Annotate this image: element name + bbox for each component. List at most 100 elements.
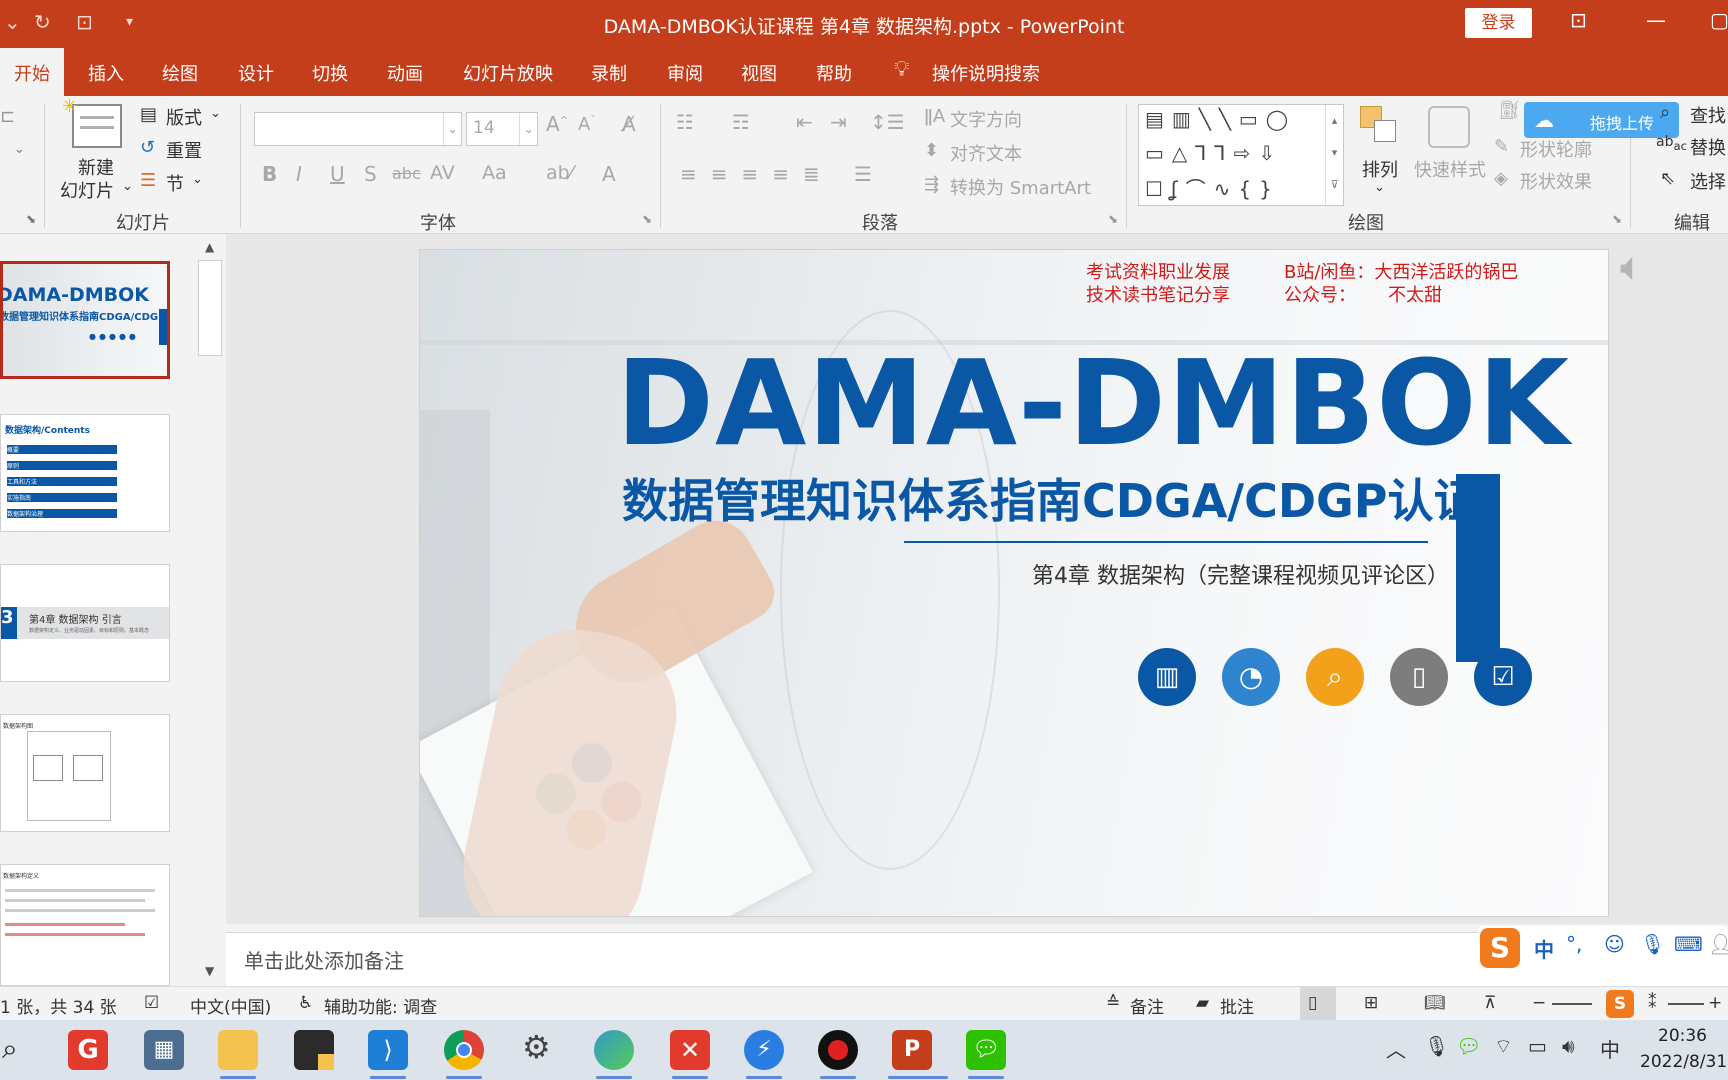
underline-button[interactable]: U (330, 162, 345, 186)
vscode-icon[interactable]: ⟩ (368, 1030, 408, 1070)
tab-transitions[interactable]: 切换 (312, 60, 348, 86)
upload-badge[interactable]: ☁ 拖拽上传 (1524, 102, 1679, 138)
shape-outline-icon[interactable]: ✎ (1494, 136, 1509, 157)
shape-row-1[interactable]: ▤▥╲╲▭◯ (1145, 107, 1296, 131)
chevron-down-icon[interactable]: ⌄ (192, 172, 203, 187)
shape-row-2[interactable]: ▭△⅂⅂⇨⇩ (1145, 141, 1283, 165)
comments-icon[interactable]: ▰ (1196, 993, 1209, 1013)
search-icon[interactable]: ⌕ (2, 1032, 18, 1066)
user-icon[interactable]: 👤︎ (1708, 932, 1728, 956)
decrease-indent-icon[interactable]: ⇤ (796, 110, 813, 134)
strikethrough-button[interactable]: abc (392, 164, 421, 183)
thumbnail-slide-5[interactable]: 数据架构定义 (0, 864, 170, 986)
new-slide-icon[interactable]: ✳ (62, 96, 122, 148)
shape-effects-icon[interactable]: ◈ (1494, 168, 1508, 189)
tray-wechat-icon[interactable]: 💬︎ (1456, 1034, 1481, 1058)
align-text-icon[interactable]: ⬍ (924, 140, 939, 161)
tab-insert[interactable]: 插入 (88, 60, 124, 86)
shape-fill-icon[interactable]: ⛽︎ (1498, 100, 1521, 121)
tray-mic-icon[interactable]: 🎙︎ (1424, 1034, 1449, 1058)
layout-button[interactable]: 版式 (166, 104, 202, 130)
zoom-out-icon[interactable]: − (1532, 993, 1546, 1013)
language-status[interactable]: 中文(中国) (190, 993, 271, 1018)
notes-icon[interactable]: ≙ (1106, 993, 1120, 1013)
shadow-button[interactable]: S (364, 162, 377, 186)
change-case-button[interactable]: Aa (482, 162, 507, 184)
settings-gear-icon[interactable]: ⚙ (522, 1028, 551, 1066)
smartart-icon[interactable]: ⇶ (924, 174, 939, 195)
section-button[interactable]: 节 (166, 170, 184, 196)
arrange-icon[interactable] (1360, 106, 1400, 148)
arrange-button[interactable]: 排列 (1362, 156, 1398, 182)
wifi-icon[interactable]: ⌔ (1494, 1034, 1513, 1059)
shape-outline-button[interactable]: 形状轮廓 (1520, 136, 1592, 162)
reset-icon[interactable]: ↺ (140, 137, 155, 158)
accessibility-icon[interactable]: ♿︎ (298, 993, 313, 1013)
text-direction-button[interactable]: 文字方向 (950, 106, 1022, 132)
tray-ime-lang[interactable]: 中 (1600, 1034, 1620, 1063)
dialog-launcher-icon[interactable]: ⬊ (1612, 212, 1622, 226)
font-size-select[interactable]: 14 ⌄ (466, 112, 538, 146)
convert-smartart-button[interactable]: 转换为 SmartArt (950, 174, 1091, 200)
new-slide-label-2[interactable]: 幻灯片 (60, 177, 114, 203)
slide-canvas[interactable]: 考试资料职业发展 技术读书笔记分享 B站/闲鱼：大西洋活跃的锅巴 公众号： 不太… (419, 249, 1609, 917)
ribbon-display-icon[interactable]: ⊡ (1570, 8, 1587, 32)
scroll-up-icon[interactable]: ▲ (205, 240, 214, 254)
ime-toolbar[interactable]: S 中 °, ☺ 🎙︎ ⌨ 👤︎ (1478, 926, 1728, 972)
clock-time[interactable]: 20:36 (1658, 1026, 1707, 1046)
normal-view-button[interactable] (1300, 987, 1336, 1020)
select-button[interactable]: 选择 (1690, 168, 1726, 194)
chrome-icon[interactable] (444, 1030, 484, 1070)
shape-effects-button[interactable]: 形状效果 (1520, 168, 1592, 194)
zoom-slider[interactable] (1552, 1003, 1592, 1005)
speaker-icon[interactable]: 🔈︎ (1620, 244, 1644, 290)
minimize-icon[interactable]: — (1646, 8, 1666, 32)
line-spacing-icon[interactable]: ↕☰ (870, 110, 905, 134)
dialog-launcher-icon[interactable]: ⬊ (26, 212, 36, 226)
thumbnail-slide-1[interactable]: DAMA-DMBOK 数据管理知识体系指南CDGA/CDGP认证 ●●●●● (0, 261, 170, 379)
battery-icon[interactable]: ▭ (1528, 1034, 1547, 1058)
edge-icon[interactable] (594, 1030, 634, 1070)
file-explorer-icon[interactable] (218, 1030, 258, 1070)
tab-review[interactable]: 审阅 (667, 60, 703, 86)
quick-styles-icon[interactable] (1428, 106, 1470, 148)
wechat-icon[interactable]: 💬︎ (966, 1030, 1006, 1070)
text-direction-icon[interactable]: ǁA (924, 106, 945, 127)
find-icon[interactable]: ⌕ (1660, 102, 1670, 123)
font-family-select[interactable]: ⌄ (254, 112, 462, 146)
font-color-icon[interactable]: A (602, 162, 616, 186)
xmind-icon[interactable]: ✕ (670, 1030, 710, 1070)
notes-placeholder[interactable]: 单击此处添加备注 (244, 945, 404, 974)
shape-row-3[interactable]: ☐ʆ⌒∿{} (1145, 173, 1280, 202)
accessibility-status[interactable]: 辅助功能: 调查 (324, 993, 437, 1018)
chevron-down-icon[interactable]: ⌄ (1374, 180, 1385, 195)
bullets-icon[interactable]: ☷ (676, 110, 694, 134)
columns-icon[interactable]: ☰ (854, 162, 872, 186)
thumbnail-scrollbar[interactable]: ▲ ▼ (198, 234, 226, 986)
select-icon[interactable]: ⇖ (1660, 168, 1675, 189)
dropdown-icon[interactable]: ⌄ (14, 142, 25, 157)
dialog-launcher-icon[interactable]: ⬊ (642, 212, 652, 226)
spellcheck-icon[interactable]: ☑ (144, 993, 159, 1013)
keyboard-icon[interactable]: ⌨ (1674, 932, 1703, 956)
italic-button[interactable]: I (296, 162, 302, 186)
reading-view-icon[interactable]: 📖︎ (1424, 993, 1446, 1013)
bold-button[interactable]: B (262, 162, 277, 186)
sogou-small-icon[interactable]: S (1606, 990, 1634, 1018)
chevron-down-icon[interactable]: ⌄ (210, 106, 221, 121)
calculator-icon[interactable]: ▦ (144, 1030, 184, 1070)
alignment-icons[interactable]: ≡≡≡≡≣ (680, 162, 834, 186)
tray-chevron-icon[interactable]: ︿ (1386, 1034, 1406, 1063)
zoom-thumb[interactable]: ⁑ (1648, 993, 1657, 1013)
volume-icon[interactable]: 🔊︎ (1562, 1034, 1575, 1058)
tab-home[interactable]: 开始 (0, 48, 64, 96)
clock-date[interactable]: 2022/8/31 (1640, 1052, 1727, 1072)
recorder-icon[interactable] (818, 1030, 858, 1070)
highlight-icon[interactable]: ab⁄ (546, 162, 573, 184)
increase-indent-icon[interactable]: ⇥ (830, 110, 847, 134)
thumbnail-slide-4[interactable]: 数据架构图 (0, 714, 170, 832)
app-icon-g[interactable]: G (68, 1030, 108, 1070)
chevron-down-icon[interactable]: ⌄ (122, 179, 133, 194)
sogou-logo-icon[interactable]: S (1480, 928, 1520, 968)
emoji-icon[interactable]: ☺ (1604, 932, 1625, 956)
